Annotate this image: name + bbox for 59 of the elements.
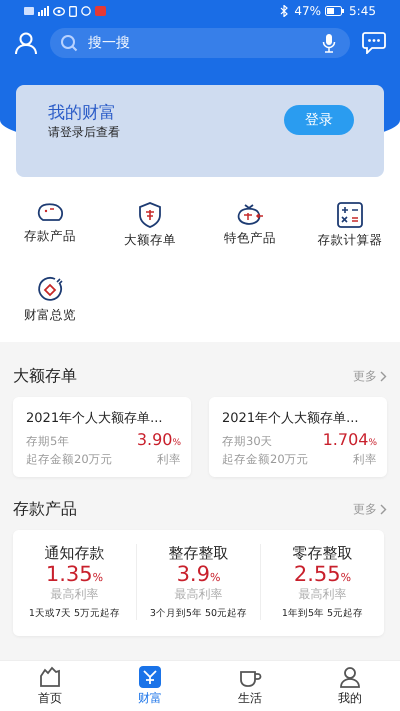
shortcut-label[interactable]: 存款产品: [24, 228, 76, 245]
rate-label: 利率: [157, 452, 181, 467]
deposit-certificate-card[interactable]: 2021年个人大额存单... 存期30天 1.704% 起存金额20万元 利率: [209, 397, 387, 477]
shortcut-label[interactable]: 存款计算器: [318, 232, 382, 249]
piggy-bank-icon[interactable]: [36, 202, 64, 224]
term-text: 存期5年: [26, 434, 70, 449]
signal-icon: [38, 6, 49, 16]
interest-rate: 1.704%: [322, 430, 377, 449]
product-name[interactable]: 通知存款: [44, 544, 104, 563]
overview-icon[interactable]: [36, 275, 64, 303]
person-icon: [339, 666, 361, 688]
search-icon: [60, 34, 78, 52]
shield-icon[interactable]: [138, 202, 162, 228]
money-bag-icon[interactable]: [235, 202, 265, 226]
rate-label: 最高利率: [298, 586, 346, 604]
rate-label: 利率: [353, 452, 377, 467]
search-field[interactable]: 搜一搜: [50, 28, 350, 58]
interest-rate: 1.35%: [46, 563, 104, 586]
rate-label: 最高利率: [174, 586, 222, 604]
clock: 5:45: [349, 4, 376, 18]
wealth-title: 我的财富: [48, 102, 117, 124]
minimum-amount: 起存金额20万元: [222, 452, 309, 467]
interest-rate: 2.55%: [294, 563, 352, 586]
chevron-icon: [380, 371, 387, 382]
calculator-icon[interactable]: [337, 202, 363, 228]
battery-icon: [325, 6, 346, 16]
product-name[interactable]: 零存整取: [292, 544, 352, 563]
shortcut-label[interactable]: 特色产品: [224, 230, 276, 247]
section-title: 存款产品: [13, 499, 77, 520]
product-name: 2021年个人大额存单...: [26, 410, 164, 427]
eye-icon: [53, 6, 65, 16]
product-name[interactable]: 整存整取: [168, 544, 228, 563]
deposit-certificate-card[interactable]: 2021年个人大额存单... 存期5年 3.90% 起存金额20万元 利率: [13, 397, 191, 477]
product-terms: 1年到5年 5元起存: [282, 607, 364, 620]
bluetooth-icon: [278, 5, 290, 17]
wealth-subtitle: 请登录后查看: [48, 124, 120, 141]
shortcut-label[interactable]: 财富总览: [24, 307, 76, 324]
minimum-amount: 起存金额20万元: [26, 452, 113, 467]
product-terms: 1天或7天 5万元起存: [28, 607, 120, 620]
battery-percent: 47%: [294, 4, 322, 18]
interest-rate: 3.9%: [176, 563, 220, 586]
product-name: 2021年个人大额存单...: [222, 410, 360, 427]
term-text: 存期30天: [222, 434, 273, 449]
product-terms: 3个月到5年 50元起存: [150, 607, 248, 620]
search-input[interactable]: 搜一搜: [86, 34, 314, 52]
tab[interactable]: 我的: [300, 661, 400, 711]
interest-rate: 3.90%: [136, 430, 181, 449]
tab[interactable]: 生活: [200, 661, 300, 711]
message-icon[interactable]: [362, 32, 386, 54]
tab[interactable]: 首页: [0, 661, 100, 711]
microphone-icon[interactable]: [322, 33, 336, 53]
user-icon[interactable]: [14, 31, 38, 55]
shortcut-label[interactable]: 大额存单: [124, 232, 176, 249]
home-icon: [38, 666, 62, 688]
rate-label: 最高利率: [50, 586, 98, 604]
wealth-icon: [139, 666, 161, 688]
section-title: 大额存单: [13, 366, 77, 387]
chevron-icon: [380, 504, 387, 515]
tab[interactable]: 财富: [100, 661, 200, 711]
